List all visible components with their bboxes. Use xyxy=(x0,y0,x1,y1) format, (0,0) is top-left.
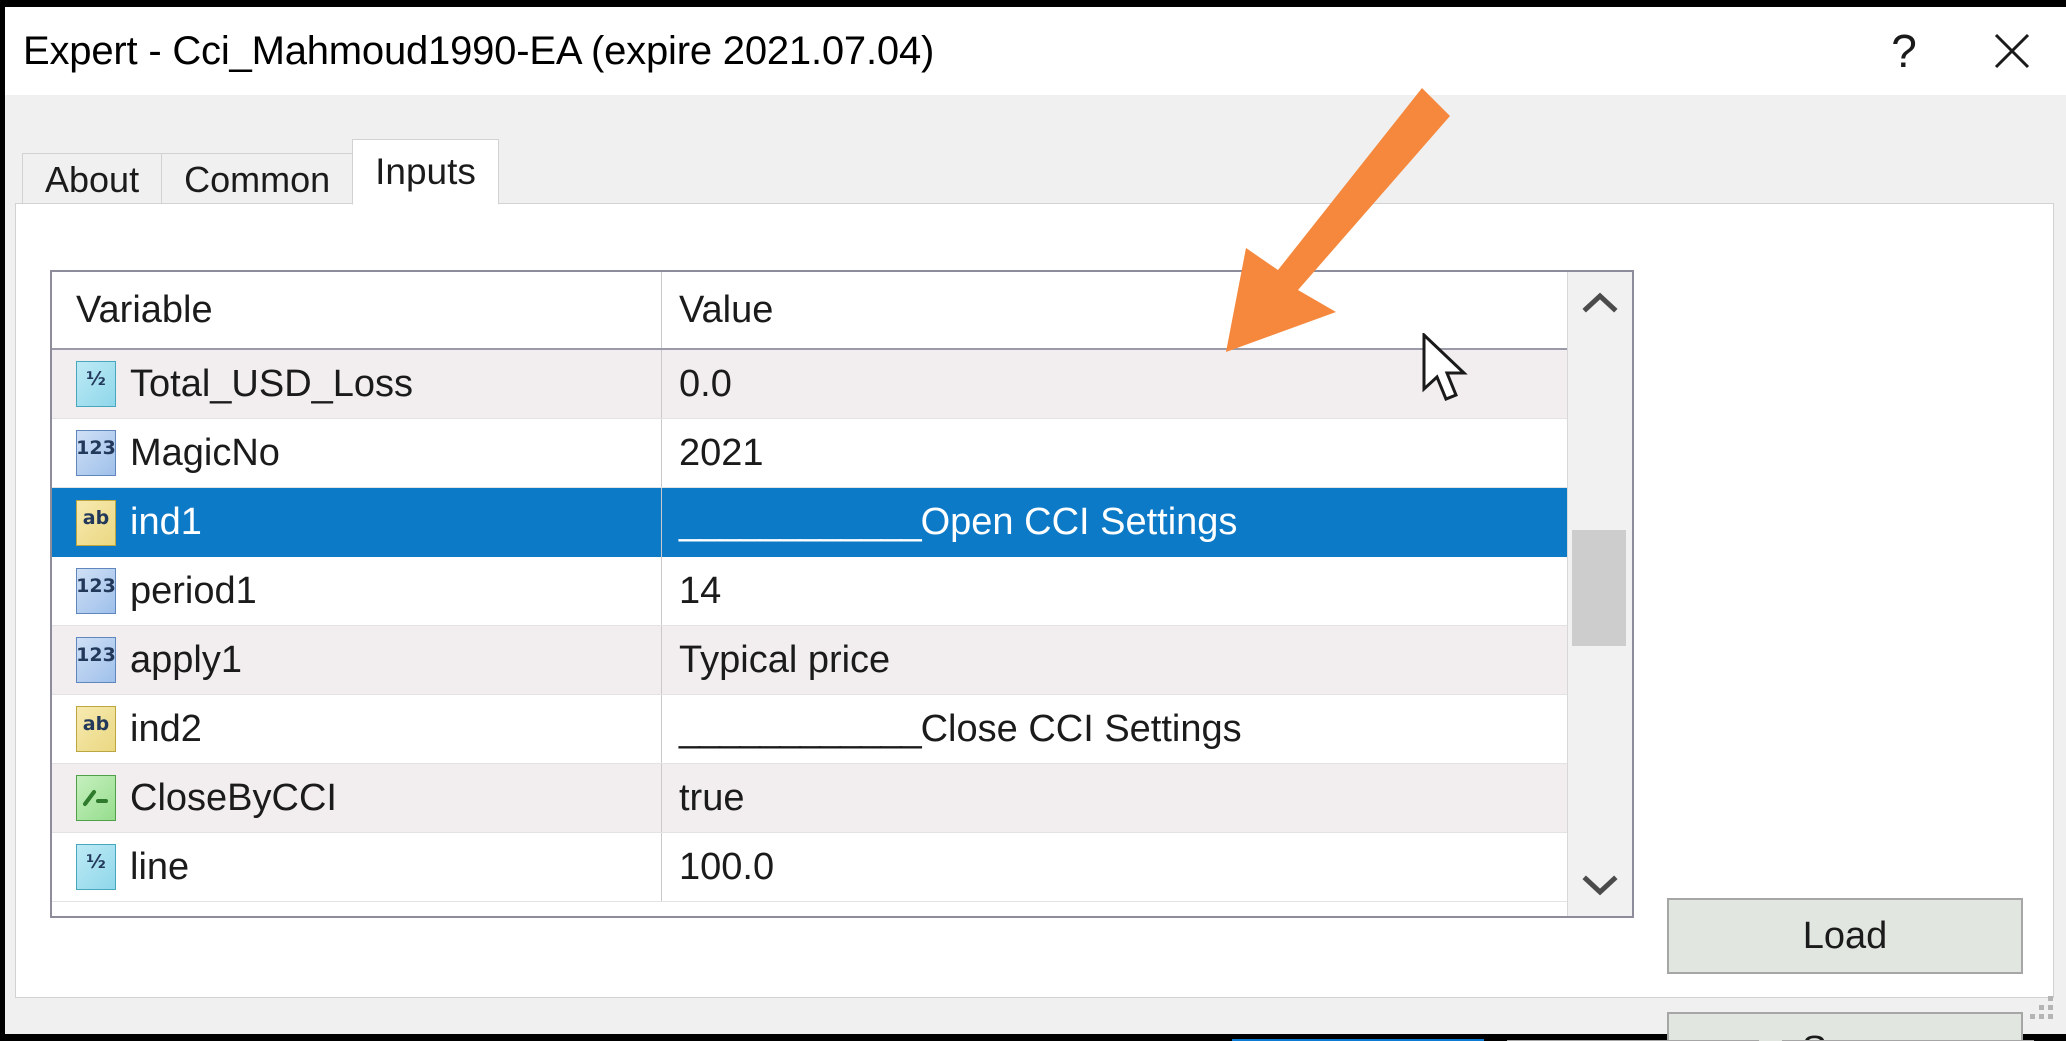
row-variable-cell[interactable]: CloseByCCI xyxy=(52,764,662,832)
row-value-label: true xyxy=(679,777,744,820)
load-button-label: Load xyxy=(1803,915,1888,958)
tab-inputs[interactable]: Inputs xyxy=(352,139,499,205)
table-row-selected[interactable]: ab ind1 ____________ Open CCI Settings xyxy=(52,488,1567,557)
dialog-body: About Common Inputs Variable V xyxy=(5,95,2066,1034)
row-value-underscore-prefix: ____________ xyxy=(679,501,921,544)
resize-grip[interactable] xyxy=(2030,996,2056,1022)
row-value-cell[interactable]: Typical price xyxy=(662,626,1567,694)
row-variable-cell[interactable]: 123 apply1 xyxy=(52,626,662,694)
row-value-label: 2021 xyxy=(679,432,764,475)
row-value-cell[interactable]: ____________ Close CCI Settings xyxy=(662,695,1567,763)
chevron-down-icon xyxy=(1582,873,1618,897)
row-variable-cell[interactable]: ½ Total_USD_Loss xyxy=(52,350,662,418)
chevron-up-icon xyxy=(1582,291,1618,315)
row-variable-label: CloseByCCI xyxy=(130,777,337,820)
row-variable-label: ind2 xyxy=(130,708,202,751)
row-variable-cell[interactable]: 123 period1 xyxy=(52,557,662,625)
inputs-grid: Variable Value ½ Total_USD_Loss xyxy=(52,272,1567,916)
row-value-label: 100.0 xyxy=(679,846,774,889)
inputs-grid-container: Variable Value ½ Total_USD_Loss xyxy=(50,270,1634,918)
row-value-label: Open CCI Settings xyxy=(921,501,1238,544)
tab-about[interactable]: About xyxy=(22,153,162,205)
column-header-variable-label: Variable xyxy=(76,289,213,332)
line-chart-glyph xyxy=(83,786,109,810)
table-row[interactable]: 123 apply1 Typical price xyxy=(52,626,1567,695)
title-bar-buttons: ? xyxy=(1850,7,2066,95)
string-type-icon: ab xyxy=(76,500,116,546)
tab-common-label: Common xyxy=(184,159,330,201)
table-row[interactable]: ½ line 100.0 xyxy=(52,833,1567,902)
tab-inputs-label: Inputs xyxy=(375,151,476,193)
column-header-value-label: Value xyxy=(679,289,773,332)
row-variable-label: MagicNo xyxy=(130,432,280,475)
row-variable-cell[interactable]: ab ind1 xyxy=(52,488,662,557)
inputs-tab-page: Variable Value ½ Total_USD_Loss xyxy=(15,203,2054,998)
int-type-icon: 123 xyxy=(76,637,116,683)
title-bar: Expert - Cci_Mahmoud1990-EA (expire 2021… xyxy=(5,7,2066,95)
bool-type-icon xyxy=(76,775,116,821)
row-variable-label: period1 xyxy=(130,570,257,613)
double-type-icon: ½ xyxy=(76,361,116,407)
table-row[interactable]: 123 period1 14 xyxy=(52,557,1567,626)
window-title: Expert - Cci_Mahmoud1990-EA (expire 2021… xyxy=(23,29,934,74)
vertical-scrollbar[interactable] xyxy=(1567,272,1632,916)
question-mark-icon: ? xyxy=(1891,28,1917,74)
double-type-icon: ½ xyxy=(76,844,116,890)
row-value-cell[interactable]: true xyxy=(662,764,1567,832)
row-variable-label: apply1 xyxy=(130,639,242,682)
column-header-variable[interactable]: Variable xyxy=(52,272,662,348)
row-value-cell[interactable]: ____________ Open CCI Settings xyxy=(662,488,1567,557)
int-type-icon: 123 xyxy=(76,430,116,476)
row-variable-label: line xyxy=(130,846,189,889)
table-row[interactable]: CloseByCCI true xyxy=(52,764,1567,833)
row-value-label: Typical price xyxy=(679,639,890,682)
row-variable-label: ind1 xyxy=(130,501,202,544)
row-variable-label: Total_USD_Loss xyxy=(130,363,413,406)
tab-strip: About Common Inputs xyxy=(22,143,498,205)
int-type-icon: 123 xyxy=(76,568,116,614)
row-variable-cell[interactable]: ab ind2 xyxy=(52,695,662,763)
scrollbar-thumb[interactable] xyxy=(1572,530,1626,646)
row-value-underscore-prefix: ____________ xyxy=(679,708,921,751)
window-top-border xyxy=(0,0,2066,7)
table-row[interactable]: ½ Total_USD_Loss 0.0 xyxy=(52,350,1567,419)
grid-header-row: Variable Value xyxy=(52,272,1567,350)
row-value-label: 0.0 xyxy=(679,363,732,406)
save-button[interactable]: Save xyxy=(1667,1012,2023,1041)
tab-about-label: About xyxy=(45,159,139,201)
row-value-label: Close CCI Settings xyxy=(921,708,1242,751)
row-variable-cell[interactable]: ½ line xyxy=(52,833,662,901)
tab-common[interactable]: Common xyxy=(161,153,353,205)
column-header-value[interactable]: Value xyxy=(662,272,1567,348)
scroll-down-button[interactable] xyxy=(1568,854,1632,916)
scroll-up-button[interactable] xyxy=(1568,272,1632,334)
expert-properties-dialog: Expert - Cci_Mahmoud1990-EA (expire 2021… xyxy=(0,0,2066,1041)
row-value-cell[interactable]: 2021 xyxy=(662,419,1567,487)
table-row[interactable]: 123 MagicNo 2021 xyxy=(52,419,1567,488)
load-button[interactable]: Load xyxy=(1667,898,2023,974)
table-row[interactable]: ab ind2 ____________ Close CCI Settings xyxy=(52,695,1567,764)
row-value-cell[interactable]: 0.0 xyxy=(662,350,1567,418)
row-variable-cell[interactable]: 123 MagicNo xyxy=(52,419,662,487)
string-type-icon: ab xyxy=(76,706,116,752)
close-button[interactable] xyxy=(1958,7,2066,95)
row-value-cell[interactable]: 100.0 xyxy=(662,833,1567,901)
close-icon xyxy=(1990,29,2034,73)
help-button[interactable]: ? xyxy=(1850,7,1958,95)
row-value-label: 14 xyxy=(679,570,721,613)
row-value-cell[interactable]: 14 xyxy=(662,557,1567,625)
